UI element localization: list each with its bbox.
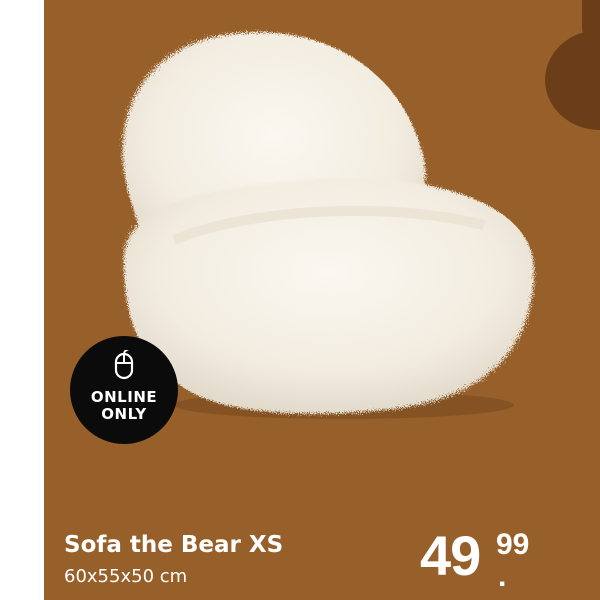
product-title[interactable]: Sofa the Bear XS (64, 532, 283, 558)
price-separator: . (498, 560, 507, 593)
decorative-shape-top (582, 0, 600, 40)
product-card[interactable]: ONLINE ONLY Sofa the Bear XS 60x55x50 cm… (44, 0, 600, 600)
price-main: 49 (420, 524, 481, 587)
product-dimensions: 60x55x50 cm (64, 566, 188, 587)
price-cents: 99 (496, 528, 530, 561)
mouse-icon (114, 350, 134, 380)
price: 49 99 . (420, 528, 529, 592)
badge-line-1: ONLINE (90, 388, 158, 406)
badge-line-2: ONLY (101, 405, 147, 423)
online-only-badge: ONLINE ONLY (70, 336, 178, 444)
